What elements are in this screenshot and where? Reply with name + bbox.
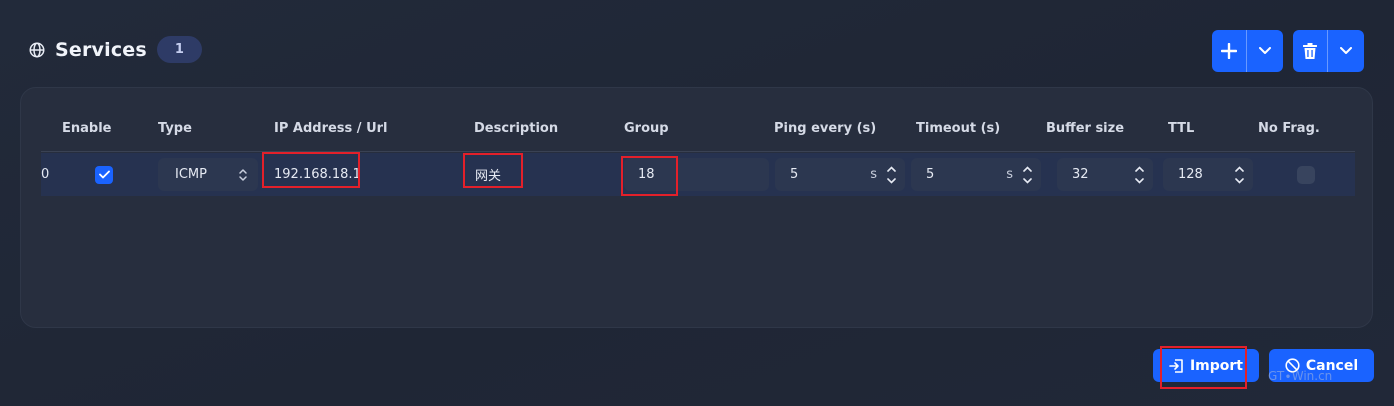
chevron-up-icon bbox=[1022, 165, 1032, 172]
table-header: Enable Type IP Address / Url Description… bbox=[21, 121, 1372, 141]
import-icon bbox=[1169, 358, 1183, 373]
globe-icon bbox=[29, 42, 45, 57]
add-split-button[interactable] bbox=[1212, 30, 1283, 72]
column-header-group: Group bbox=[624, 121, 669, 136]
column-header-ip-address: IP Address / Url bbox=[274, 121, 388, 136]
services-table-panel: Enable Type IP Address / Url Description… bbox=[20, 87, 1373, 328]
description-input[interactable]: 网关 bbox=[463, 158, 603, 191]
ttl-value: 128 bbox=[1178, 167, 1203, 182]
trash-icon bbox=[1303, 43, 1317, 59]
column-header-no-frag: No Frag. bbox=[1258, 121, 1320, 136]
ping-every-input[interactable]: 5 s bbox=[775, 158, 905, 191]
chevron-down-icon bbox=[1022, 177, 1032, 184]
timeout-value: 5 bbox=[926, 167, 935, 182]
ping-unit-label: s bbox=[870, 167, 877, 182]
column-header-enable: Enable bbox=[62, 121, 112, 136]
type-select[interactable]: ICMP bbox=[158, 158, 258, 191]
delete-split-button[interactable] bbox=[1293, 30, 1364, 72]
ip-address-input[interactable]: 192.168.18.1 bbox=[263, 158, 458, 191]
header-divider bbox=[41, 151, 1355, 152]
description-value: 网关 bbox=[475, 169, 502, 184]
delete-dropdown-button[interactable] bbox=[1328, 30, 1363, 72]
table-row: 0 ICMP 192.168.18.1 网关 18 5 s 5 s 32 128 bbox=[41, 153, 1355, 196]
timeout-input[interactable]: 5 s bbox=[911, 158, 1041, 191]
plus-icon bbox=[1221, 43, 1237, 59]
timeout-unit-label: s bbox=[1006, 167, 1013, 182]
services-page: Services 1 Enable Type IP Address / Url … bbox=[0, 0, 1394, 406]
column-header-buffer-size: Buffer size bbox=[1046, 121, 1125, 136]
chevron-down-icon bbox=[1234, 177, 1244, 184]
no-frag-cell bbox=[1297, 153, 1315, 196]
column-header-ttl: TTL bbox=[1168, 121, 1195, 136]
add-button[interactable] bbox=[1212, 30, 1247, 72]
chevron-up-icon bbox=[1134, 165, 1144, 172]
enable-checkbox[interactable] bbox=[95, 165, 113, 184]
import-label: Import bbox=[1189, 357, 1244, 374]
chevron-up-icon bbox=[1234, 165, 1244, 172]
chevron-down-icon bbox=[1134, 177, 1144, 184]
column-header-timeout: Timeout (s) bbox=[916, 121, 1001, 136]
ttl-input[interactable]: 128 bbox=[1163, 158, 1253, 191]
ping-stepper[interactable] bbox=[883, 165, 899, 184]
delete-button[interactable] bbox=[1293, 30, 1328, 72]
count-badge: 1 bbox=[156, 36, 202, 63]
enable-cell bbox=[95, 153, 113, 196]
type-value: ICMP bbox=[175, 167, 207, 182]
no-frag-checkbox[interactable] bbox=[1297, 165, 1315, 184]
chevron-down-icon bbox=[1339, 47, 1352, 54]
column-header-ping-every: Ping every (s) bbox=[774, 121, 877, 136]
page-title: Services bbox=[55, 38, 147, 61]
group-input[interactable]: 18 bbox=[624, 158, 769, 191]
chevron-down-icon bbox=[1258, 47, 1271, 54]
buffer-size-input[interactable]: 32 bbox=[1057, 158, 1153, 191]
add-dropdown-button[interactable] bbox=[1247, 30, 1282, 72]
timeout-stepper[interactable] bbox=[1019, 165, 1035, 184]
ip-address-value: 192.168.18.1 bbox=[274, 167, 361, 182]
ttl-stepper[interactable] bbox=[1231, 165, 1247, 184]
chevron-up-icon bbox=[886, 165, 896, 172]
import-button[interactable]: Import bbox=[1153, 349, 1259, 382]
section-header: Services 1 bbox=[28, 36, 202, 63]
select-arrows-icon bbox=[239, 168, 247, 181]
watermark: GT∙Win.cn bbox=[1268, 369, 1333, 383]
group-value: 18 bbox=[638, 167, 655, 182]
checkmark-icon bbox=[98, 170, 110, 179]
buffer-size-stepper[interactable] bbox=[1131, 165, 1147, 184]
column-header-type: Type bbox=[158, 121, 192, 136]
row-index: 0 bbox=[41, 167, 50, 182]
buffer-size-value: 32 bbox=[1072, 167, 1089, 182]
ping-every-value: 5 bbox=[790, 167, 799, 182]
column-header-description: Description bbox=[474, 121, 559, 136]
chevron-down-icon bbox=[886, 177, 896, 184]
